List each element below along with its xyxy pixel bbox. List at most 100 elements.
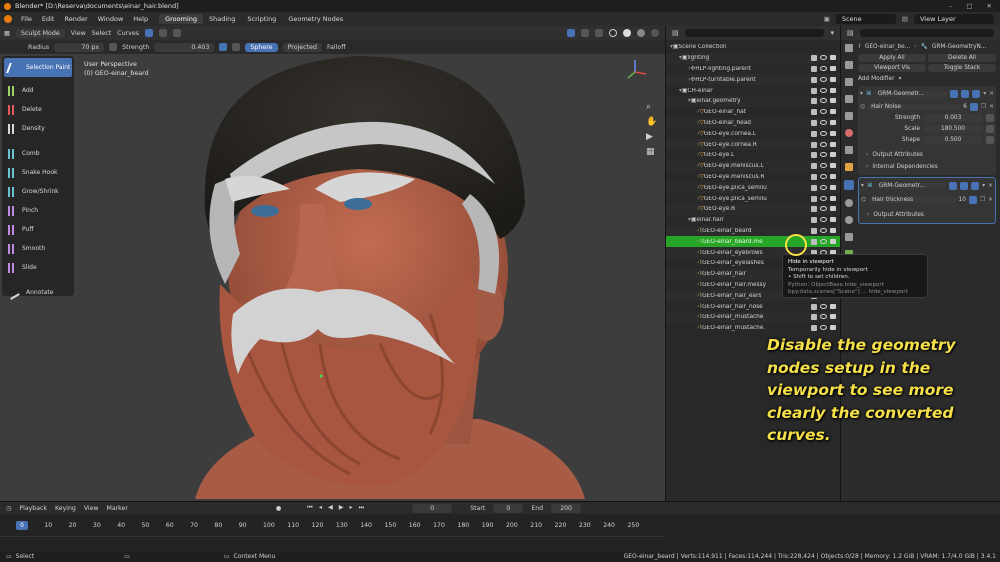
properties-editor-icon[interactable]: ▤ (847, 29, 854, 37)
eye-icon[interactable] (820, 55, 827, 61)
outliner-row[interactable]: › ⌇ GEO-einar_mustache (666, 311, 840, 323)
shading-wireframe-icon[interactable] (609, 29, 617, 37)
dropdown-icon[interactable]: ▾ (982, 183, 985, 189)
outliner-row[interactable]: › ✣ HLP-turntable.parent (666, 74, 840, 86)
tool-annotate[interactable]: Annotate (2, 283, 74, 302)
exclude-checkbox[interactable] (811, 195, 817, 202)
tool-pinch[interactable]: Pinch (2, 201, 74, 220)
mode-selector[interactable]: Sculpt Mode (15, 28, 65, 38)
outliner-row[interactable]: › ⌇ GEO-einar_beard.me (666, 236, 840, 248)
render-camera-icon[interactable] (830, 195, 836, 201)
modifier-tab-icon[interactable] (844, 180, 854, 190)
collection-tab-icon[interactable] (845, 146, 853, 154)
render-camera-icon[interactable] (830, 238, 836, 244)
tool-tab-icon[interactable] (845, 44, 853, 52)
prev-key-icon[interactable]: ◂ (319, 504, 322, 512)
object-tab-icon[interactable] (845, 163, 853, 171)
symmetry-y-icon[interactable] (159, 29, 168, 37)
attribute-toggle-icon[interactable] (986, 124, 994, 133)
copy-icon[interactable]: ❐ (981, 104, 986, 110)
scale-input[interactable]: 180.500 (924, 124, 982, 133)
render-camera-icon[interactable] (830, 227, 836, 233)
tab-grooming[interactable]: Grooming (159, 14, 203, 24)
eye-icon[interactable] (820, 238, 827, 244)
shading-rendered-icon[interactable] (651, 29, 659, 37)
render-camera-icon[interactable] (830, 163, 836, 169)
render-camera-icon[interactable] (830, 119, 836, 125)
exclude-checkbox[interactable] (811, 206, 817, 213)
exclude-checkbox[interactable] (811, 163, 817, 170)
attribute-toggle-icon[interactable] (986, 135, 994, 144)
exclude-checkbox[interactable] (811, 152, 817, 159)
outliner-row[interactable]: ▾ ▣ einar.geometry (666, 95, 840, 107)
exclude-checkbox[interactable] (811, 238, 817, 245)
tool-delete[interactable]: Delete (2, 100, 74, 119)
world-tab-icon[interactable] (845, 129, 853, 137)
render-camera-icon[interactable] (830, 109, 836, 115)
exclude-checkbox[interactable] (811, 227, 817, 234)
outliner-row[interactable]: › ✣ HLP-lighting.parent (666, 64, 840, 75)
tool-slide[interactable]: Slide (2, 258, 74, 277)
tool-snake-hook[interactable]: Snake Hook (2, 163, 74, 182)
outliner-row[interactable]: › ▽ GEO-eye.R (666, 203, 840, 215)
exclude-checkbox[interactable] (811, 55, 817, 62)
projected-toggle[interactable]: Projected (282, 42, 322, 52)
close-button[interactable]: ✕ (987, 2, 992, 10)
exclude-checkbox[interactable] (811, 98, 817, 105)
render-camera-icon[interactable] (830, 130, 836, 136)
eye-icon[interactable] (820, 173, 827, 179)
particles-tab-icon[interactable] (845, 199, 853, 207)
keying-menu[interactable]: Keying (55, 505, 76, 512)
radius-field[interactable]: 70 px (54, 42, 105, 52)
grid-ortho-icon[interactable]: ▦ (646, 147, 657, 157)
sphere-toggle[interactable]: Sphere (245, 42, 278, 52)
view-menu[interactable]: View (84, 505, 99, 512)
outliner-row[interactable]: › ▽ GEO-einar_head (666, 117, 840, 129)
eye-icon[interactable] (820, 325, 827, 331)
gizmo-toggle-icon[interactable] (567, 29, 575, 37)
render-camera-icon[interactable] (830, 87, 836, 93)
render-camera-icon[interactable] (830, 184, 836, 190)
eye-icon[interactable] (820, 109, 827, 115)
tool-selection-paint[interactable]: Selection Paint (4, 58, 72, 77)
menu-edit[interactable]: Edit (37, 15, 60, 23)
collapse-chevron-icon[interactable]: ▾ (861, 183, 864, 189)
next-key-icon[interactable]: ▸ (350, 504, 353, 512)
properties-search-input[interactable] (859, 29, 994, 37)
render-camera-icon[interactable] (830, 173, 836, 179)
eye-icon[interactable] (820, 184, 827, 190)
output-tab-icon[interactable] (845, 78, 853, 86)
play-reverse-icon[interactable]: ◀ (328, 504, 333, 512)
maximize-button[interactable]: □ (966, 2, 972, 10)
zoom-icon[interactable]: ⌕ (646, 102, 657, 112)
editor-type-icon[interactable]: ▦ (4, 30, 10, 37)
exclude-checkbox[interactable] (811, 184, 817, 191)
eye-icon[interactable] (820, 195, 827, 201)
exclude-checkbox[interactable] (811, 76, 817, 83)
collapse-chevron-icon[interactable]: ▾ (860, 91, 863, 97)
outliner-row[interactable]: › ⌇ GEO-einar_beard (666, 225, 840, 237)
exclude-checkbox[interactable] (811, 303, 817, 310)
exclude-checkbox[interactable] (811, 109, 817, 116)
strength-field[interactable]: 0.403 (154, 42, 215, 52)
outliner-row[interactable]: › ▽ GEO-eye.cornea.R (666, 139, 840, 150)
shape-input[interactable]: 0.500 (924, 135, 982, 144)
exclude-checkbox[interactable] (811, 65, 817, 72)
jump-end-icon[interactable]: ⏭ (359, 504, 365, 512)
outliner-search-input[interactable] (684, 29, 825, 37)
filter-icon[interactable]: ▾ (830, 29, 834, 37)
eye-icon[interactable] (820, 206, 827, 212)
eye-icon[interactable] (820, 119, 827, 125)
scene-selector[interactable]: Scene (835, 14, 896, 24)
strength-input[interactable]: 0.003 (924, 113, 982, 122)
exclude-checkbox[interactable] (811, 325, 817, 332)
exclude-checkbox[interactable] (811, 141, 817, 148)
render-toggle-icon[interactable] (971, 181, 980, 190)
render-camera-icon[interactable] (830, 76, 836, 82)
viewport-vis-button[interactable]: Viewport Vis (858, 64, 926, 72)
strength-pressure-icon[interactable] (219, 43, 228, 51)
blender-menu-icon[interactable] (4, 15, 12, 23)
render-camera-icon[interactable] (830, 206, 836, 212)
eye-icon[interactable] (820, 217, 827, 223)
tool-grow-shrink[interactable]: Grow/Shrink (2, 182, 74, 201)
